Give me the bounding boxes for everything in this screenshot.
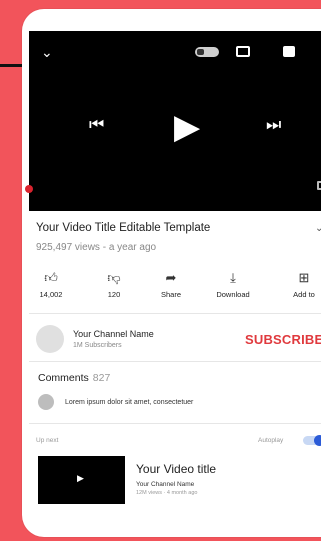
view-count: 925,497 views - a year ago [36, 242, 157, 253]
share-button[interactable]: ➦ Share [156, 270, 186, 300]
cast-icon[interactable] [236, 46, 250, 57]
dislike-button[interactable]: 👎︎ 120 [102, 270, 126, 300]
comments-count: 827 [92, 372, 111, 384]
autoplay-label: Autoplay [258, 437, 284, 444]
divider [29, 423, 321, 424]
fullscreen-icon[interactable] [317, 181, 321, 190]
like-count: 14,002 [39, 290, 63, 299]
add-to-icon: ⊞ [298, 270, 310, 285]
divider [29, 361, 321, 362]
chevron-down-icon[interactable]: ⌄ [41, 44, 53, 61]
video-player[interactable]: ⌄ ⋮ ⏮ ▶ ⏭ [29, 31, 321, 211]
download-icon: ⤓ [230, 270, 236, 285]
comments-heading: Comments [38, 372, 89, 384]
download-button[interactable]: ⤓ Download [208, 270, 258, 300]
dislike-count: 120 [107, 290, 121, 299]
expand-description-icon[interactable]: ⌄ [315, 223, 321, 234]
like-button[interactable]: 👍︎ 14,002 [36, 270, 66, 300]
action-bar: 👍︎ 14,002 👎︎ 120 ➦ Share ⤓ Download ⊞ Ad… [36, 271, 321, 311]
add-to-label: Add to [293, 290, 315, 299]
skip-previous-icon[interactable]: ⏮ [89, 115, 104, 135]
add-to-button[interactable]: ⊞ Add to [286, 270, 321, 300]
share-label: Share [160, 290, 181, 299]
channel-avatar[interactable] [36, 325, 64, 353]
top-comment[interactable]: Lorem ipsum dolor sit amet, consectetuer [65, 399, 193, 406]
up-next-meta: 12M views · 4 month ago [136, 490, 198, 496]
up-next-label: Up next [36, 437, 59, 444]
channel-name[interactable]: Your Channel Name [73, 329, 154, 339]
phone-screen: ⌄ ⋮ ⏮ ▶ ⏭ Your Video Title Editable Temp… [22, 9, 321, 537]
up-next-title[interactable]: Your Video title [136, 462, 216, 476]
subscribe-button[interactable]: SUBSCRIBE [245, 332, 321, 347]
divider [29, 313, 321, 314]
autoplay-switch[interactable] [303, 435, 321, 446]
thumbs-down-icon: 👎︎ [107, 270, 121, 285]
autoplay-toggle-icon[interactable] [195, 47, 219, 57]
closed-captions-icon[interactable] [283, 46, 295, 57]
up-next-channel: Your Channel Name [136, 481, 195, 488]
play-icon[interactable]: ▶ [174, 107, 200, 147]
play-icon: ▶ [77, 473, 84, 483]
up-next-thumbnail[interactable]: ▶ [38, 456, 125, 504]
share-icon: ➦ [165, 270, 177, 285]
download-label: Download [216, 290, 250, 299]
video-title[interactable]: Your Video Title Editable Template [36, 222, 210, 234]
subscriber-count: 1M Subscribers [73, 342, 122, 349]
skip-next-icon[interactable]: ⏭ [266, 115, 281, 135]
progress-scrubber[interactable] [25, 185, 33, 193]
comments-header[interactable]: Comments 827 [38, 372, 110, 384]
commenter-avatar [38, 394, 54, 410]
thumbs-up-icon: 👍︎ [44, 270, 58, 285]
